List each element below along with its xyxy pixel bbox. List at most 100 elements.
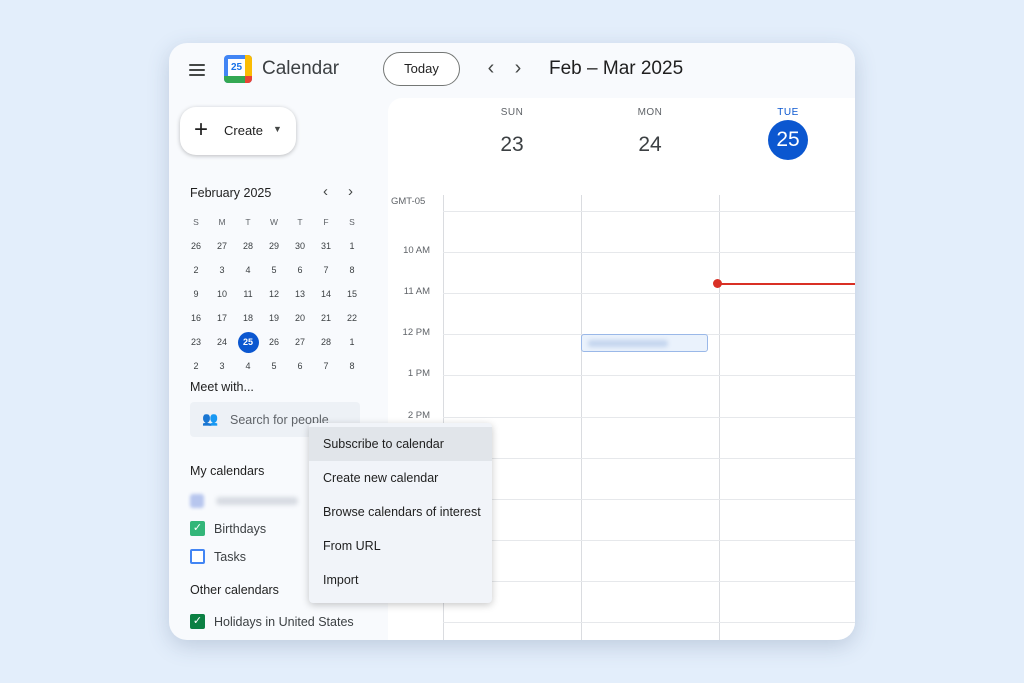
mini-day[interactable]: 26 (261, 330, 287, 354)
day-of-week: MON (637, 107, 663, 118)
hour-line (443, 622, 855, 623)
mini-calendar-grid: S M T W T F S 26 27 28 29 30 31 1 2 3 4 5 6 7 8 9 10 11 12 13 14 15… (183, 210, 365, 378)
mini-day[interactable]: 30 (287, 234, 313, 258)
mini-day[interactable]: 5 (261, 258, 287, 282)
mini-day-today[interactable]: 25 (235, 330, 261, 354)
day-header-mon[interactable]: MON 24 (581, 98, 719, 165)
hour-label: 2 PM (407, 410, 430, 421)
mini-weekday: T (297, 217, 303, 227)
day-number[interactable]: 23 (492, 125, 532, 165)
day-header-sun[interactable]: SUN 23 (443, 98, 581, 165)
add-calendar-menu: Subscribe to calendar Create new calenda… (309, 423, 492, 603)
mini-week-row: 2345678 (183, 258, 365, 282)
people-icon: 👥 (202, 411, 219, 426)
today-button[interactable]: Today (383, 52, 460, 86)
mini-day[interactable]: 24 (209, 330, 235, 354)
hour-line (443, 252, 855, 253)
day-header-tue[interactable]: TUE 25 (719, 98, 855, 160)
mini-chevron-right-icon[interactable]: › (348, 183, 353, 200)
mini-day[interactable]: 27 (209, 234, 235, 258)
meet-with-title: Meet with... (190, 380, 254, 394)
mini-day[interactable]: 27 (287, 330, 313, 354)
hour-line (443, 499, 855, 500)
hour-line (443, 458, 855, 459)
mini-weekday: F (323, 217, 329, 227)
checkbox-unchecked-icon[interactable] (190, 549, 205, 564)
calendar-item-label: Tasks (214, 550, 246, 564)
create-label: Create (224, 123, 264, 138)
mini-day[interactable]: 8 (339, 354, 365, 378)
mini-day[interactable]: 4 (235, 258, 261, 282)
mini-day[interactable]: 5 (261, 354, 287, 378)
hour-line (443, 581, 855, 582)
mini-chevron-left-icon[interactable]: ‹ (323, 183, 328, 200)
mini-day[interactable]: 7 (313, 258, 339, 282)
mini-day[interactable]: 1 (339, 234, 365, 258)
day-of-week: SUN (500, 107, 524, 118)
hour-label: 1 PM (407, 368, 430, 379)
hour-line (443, 211, 855, 212)
checkbox-checked-icon[interactable]: ✓ (190, 521, 205, 536)
mini-day[interactable]: 2 (183, 354, 209, 378)
menu-item-create-new[interactable]: Create new calendar (309, 461, 492, 495)
mini-day[interactable]: 16 (183, 306, 209, 330)
mini-day[interactable]: 17 (209, 306, 235, 330)
mini-week-row: 16 17 18 19 20 21 22 (183, 306, 365, 330)
day-number-today[interactable]: 25 (768, 120, 808, 160)
mini-day[interactable]: 20 (287, 306, 313, 330)
calendar-item-label: Holidays in United States (214, 615, 354, 629)
mini-day[interactable]: 3 (209, 258, 235, 282)
mini-day[interactable]: 15 (339, 282, 365, 306)
mini-day[interactable]: 14 (313, 282, 339, 306)
blurred-calendar-item[interactable] (190, 493, 300, 509)
plus-icon: + (194, 116, 209, 143)
mini-day[interactable]: 31 (313, 234, 339, 258)
mini-day[interactable]: 1 (339, 330, 365, 354)
main-menu-icon[interactable] (189, 64, 205, 76)
mini-day[interactable]: 18 (235, 306, 261, 330)
hour-line (443, 293, 855, 294)
mini-day[interactable]: 7 (313, 354, 339, 378)
mini-calendar-month: February 2025 (190, 186, 272, 200)
mini-day[interactable]: 29 (261, 234, 287, 258)
mini-weekday-row: SMTWTFS (183, 210, 365, 234)
calendar-item-label: Birthdays (214, 522, 267, 536)
mini-day[interactable]: 8 (339, 258, 365, 282)
mini-day-label: 25 (237, 332, 259, 353)
mini-day[interactable]: 11 (235, 282, 261, 306)
mini-day[interactable]: 28 (235, 234, 261, 258)
mini-day[interactable]: 3 (209, 354, 235, 378)
mini-weekday: T (245, 217, 251, 227)
menu-item-from-url[interactable]: From URL (309, 529, 492, 563)
menu-item-subscribe[interactable]: Subscribe to calendar (309, 427, 492, 461)
calendar-event[interactable] (581, 334, 708, 352)
mini-day[interactable]: 10 (209, 282, 235, 306)
create-button[interactable]: + Create ▼ (180, 107, 296, 155)
mini-day[interactable]: 13 (287, 282, 313, 306)
mini-weekday: S (349, 217, 355, 227)
checkbox-checked-icon[interactable]: ✓ (190, 614, 205, 629)
mini-day[interactable]: 6 (287, 258, 313, 282)
mini-day[interactable]: 22 (339, 306, 365, 330)
my-calendars-title: My calendars (190, 464, 265, 478)
mini-day[interactable]: 6 (287, 354, 313, 378)
mini-day[interactable]: 12 (261, 282, 287, 306)
menu-item-import[interactable]: Import (309, 563, 492, 597)
calendar-window: 25 Calendar Today ‹ › Feb – Mar 2025 + C… (169, 43, 855, 640)
timezone-label: GMT-05 (391, 196, 426, 207)
chevron-right-icon[interactable]: › (508, 58, 528, 80)
mini-day[interactable]: 19 (261, 306, 287, 330)
mini-week-row: 23 24 25 26 27 28 1 (183, 330, 365, 354)
menu-item-browse[interactable]: Browse calendars of interest (309, 495, 492, 529)
mini-day[interactable]: 2 (183, 258, 209, 282)
mini-day[interactable]: 26 (183, 234, 209, 258)
mini-day[interactable]: 9 (183, 282, 209, 306)
chevron-left-icon[interactable]: ‹ (481, 58, 501, 80)
date-range-title: Feb – Mar 2025 (549, 58, 684, 79)
mini-day[interactable]: 28 (313, 330, 339, 354)
mini-day[interactable]: 21 (313, 306, 339, 330)
day-number[interactable]: 24 (630, 125, 670, 165)
mini-day[interactable]: 4 (235, 354, 261, 378)
mini-day[interactable]: 23 (183, 330, 209, 354)
caret-down-icon: ▼ (273, 124, 282, 134)
